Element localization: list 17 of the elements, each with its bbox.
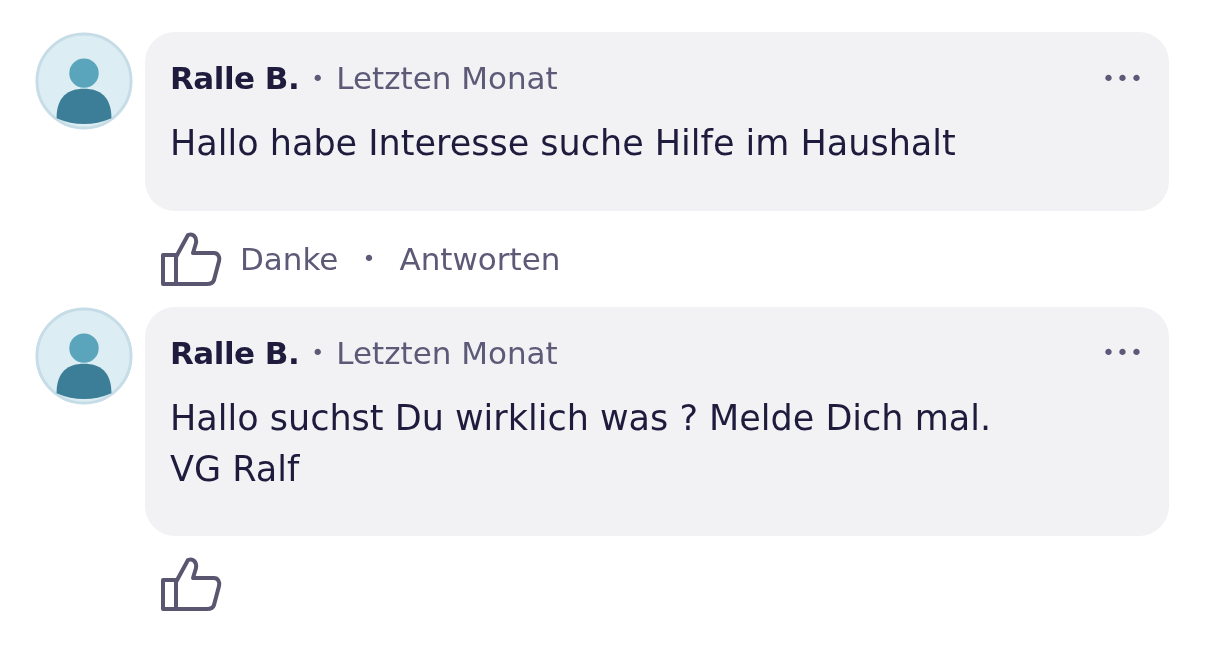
avatar-icon — [35, 306, 133, 405]
separator-dot: • — [311, 340, 325, 366]
author-name: Ralle B. — [170, 334, 300, 371]
separator-dot: • — [311, 65, 325, 91]
more-button[interactable]: ••• — [1102, 65, 1144, 91]
comment-text: Hallo habe Interesse suche Hilfe im Haushalt — [170, 122, 957, 165]
comment-time: Letzten Monat — [336, 334, 558, 371]
separator-dot: • — [362, 246, 376, 272]
author-name: Ralle B. — [170, 60, 300, 96]
comment-text: Hallo suchst Du wirklich was ? Melde Dich mal. VG Ralf — [170, 396, 993, 491]
thumbs-up-icon[interactable] — [160, 556, 222, 613]
more-button[interactable]: ••• — [1102, 340, 1144, 366]
thanks-button[interactable]: Danke — [240, 240, 339, 277]
reply-button[interactable]: Antworten — [399, 240, 561, 277]
thumbs-up-icon[interactable] — [160, 230, 222, 287]
comment-time: Letzten Monat — [336, 60, 558, 96]
avatar-icon — [35, 32, 133, 130]
